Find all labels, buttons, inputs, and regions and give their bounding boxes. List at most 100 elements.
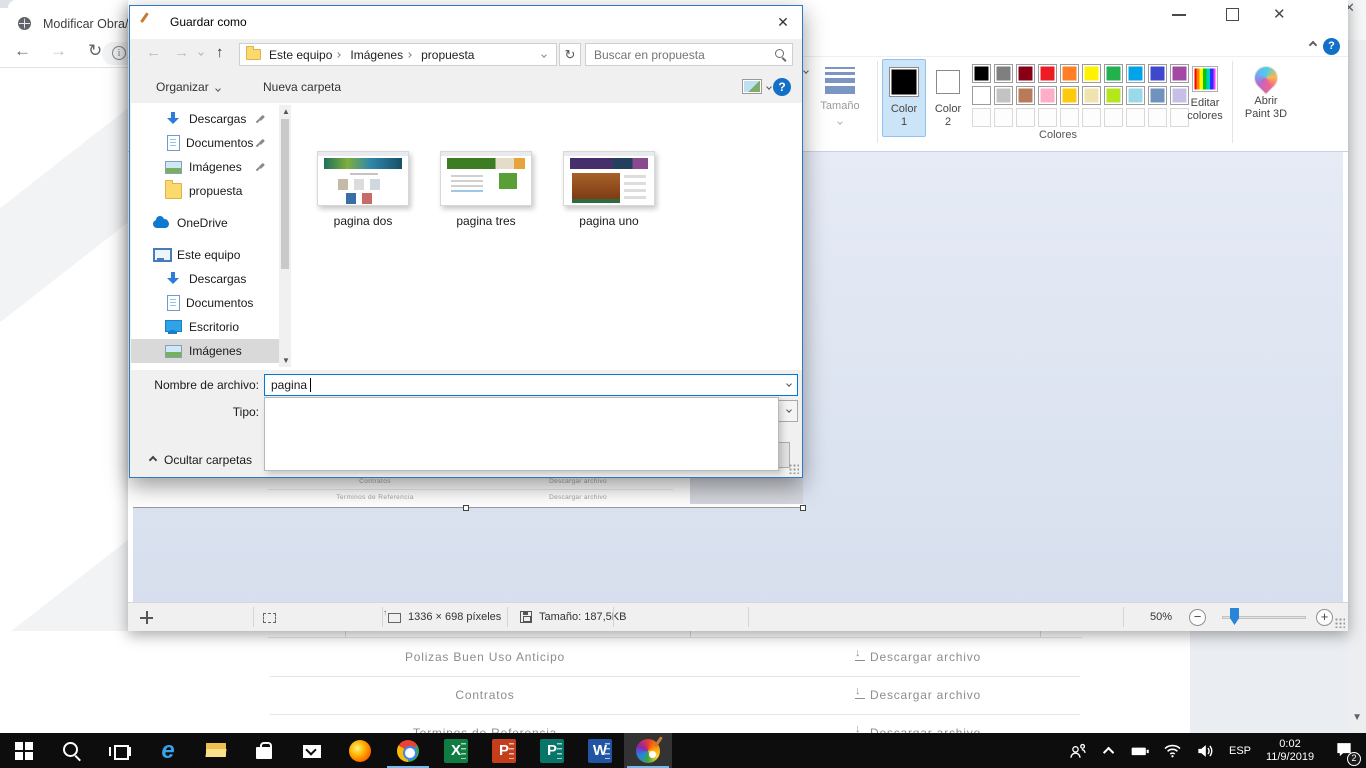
taskbar-button[interactable] [288, 733, 336, 768]
palette-color[interactable] [1060, 108, 1079, 127]
file-item[interactable]: pagina uno [563, 151, 655, 228]
palette-color[interactable] [1016, 86, 1035, 105]
sidebar-item[interactable]: Este equipo [131, 243, 279, 267]
canvas-resize-handle[interactable] [800, 505, 806, 511]
wifi-icon[interactable] [1156, 733, 1188, 768]
search-box[interactable] [585, 43, 793, 66]
sidebar-item[interactable]: Descargas [131, 107, 279, 131]
palette-color[interactable] [994, 86, 1013, 105]
scroll-down-icon[interactable]: ▼ [1352, 712, 1362, 723]
sidebar-scrollbar[interactable]: ▲ ▼ [279, 105, 291, 367]
file-item[interactable]: pagina tres [440, 151, 532, 228]
palette-color[interactable] [994, 64, 1013, 83]
sidebar-item[interactable]: Documentos [131, 291, 279, 315]
palette-color[interactable] [1038, 64, 1057, 83]
palette-color[interactable] [972, 108, 991, 127]
palette-color[interactable] [1082, 64, 1101, 83]
battery-icon[interactable] [1124, 733, 1156, 768]
new-folder-button[interactable]: Nueva carpeta [263, 80, 341, 94]
window-resize-grip[interactable] [1335, 618, 1345, 628]
people-icon[interactable] [1060, 733, 1096, 768]
page-info-icon[interactable]: i [112, 46, 126, 60]
sidebar-item[interactable]: Escritorio [131, 315, 279, 339]
collapse-ribbon-icon[interactable] [1309, 41, 1317, 49]
zoom-slider-thumb[interactable] [1230, 608, 1239, 625]
dialog-help-icon[interactable]: ? [773, 78, 791, 96]
palette-color[interactable] [972, 64, 991, 83]
dialog-close-icon[interactable]: ✕ [774, 14, 792, 31]
breadcrumb-item[interactable]: Este equipo [261, 48, 342, 62]
scrollbar-thumb[interactable] [281, 119, 289, 269]
palette-color[interactable] [1104, 64, 1123, 83]
sidebar-item[interactable]: Descargas [131, 267, 279, 291]
color2-button[interactable]: Color 2 [928, 59, 968, 137]
palette-color[interactable] [1060, 64, 1079, 83]
taskbar-button[interactable] [624, 733, 672, 768]
zoom-in-button[interactable]: + [1316, 609, 1333, 626]
taskbar-button[interactable] [192, 733, 240, 768]
breadcrumb-dropdown-icon[interactable] [541, 52, 547, 58]
taskbar-button[interactable] [384, 733, 432, 768]
taskbar-button[interactable]: X [432, 733, 480, 768]
language-indicator[interactable]: ESP [1222, 733, 1258, 768]
scroll-down-icon[interactable]: ▼ [282, 356, 290, 365]
back-icon[interactable]: ← [146, 44, 161, 61]
size-button[interactable]: Tamaño [805, 59, 875, 147]
search-input[interactable] [586, 44, 792, 65]
palette-color[interactable] [1148, 64, 1167, 83]
palette-color[interactable] [1126, 86, 1145, 105]
palette-color[interactable] [1082, 108, 1101, 127]
minimize-icon[interactable] [1172, 14, 1186, 16]
taskbar-button[interactable]: P [528, 733, 576, 768]
show-hidden-icons-chevron[interactable] [1096, 733, 1124, 768]
hide-folders-button[interactable]: Ocultar carpetas [150, 450, 252, 470]
palette-color[interactable] [1148, 86, 1167, 105]
taskbar-button[interactable] [48, 733, 96, 768]
edit-colors-button[interactable]: Editar colores [1172, 59, 1238, 123]
palette-color[interactable] [1104, 86, 1123, 105]
filename-input[interactable]: pagina [264, 374, 798, 396]
palette-color[interactable] [1038, 108, 1057, 127]
action-center-icon[interactable]: 2 [1322, 733, 1366, 768]
taskbar-button[interactable] [240, 733, 288, 768]
sidebar-item[interactable]: propuesta [131, 179, 279, 203]
reload-icon[interactable]: ↻ [88, 41, 102, 61]
palette-color[interactable] [994, 108, 1013, 127]
recent-locations-icon[interactable] [198, 50, 204, 56]
palette-color[interactable] [1060, 86, 1079, 105]
palette-color[interactable] [1126, 108, 1145, 127]
browser-scrollbar[interactable]: ✕ ▼ [1348, 0, 1366, 733]
palette-color[interactable] [1148, 108, 1167, 127]
clock[interactable]: 0:02 11/9/2019 [1258, 733, 1322, 768]
maximize-icon[interactable] [1226, 8, 1239, 21]
dialog-resize-grip[interactable] [789, 464, 799, 474]
taskbar-button[interactable] [0, 733, 48, 768]
volume-icon[interactable] [1188, 733, 1222, 768]
palette-color[interactable] [1126, 64, 1145, 83]
taskbar-button[interactable] [336, 733, 384, 768]
zoom-out-button[interactable]: − [1189, 609, 1206, 626]
open-paint3d-button[interactable]: Abrir Paint 3D [1236, 59, 1296, 121]
views-dropdown-icon[interactable] [766, 84, 772, 90]
sidebar-item[interactable]: Imágenes [131, 155, 279, 179]
palette-color[interactable] [1104, 108, 1123, 127]
palette-color[interactable] [1038, 86, 1057, 105]
breadcrumb-item[interactable]: propuesta [413, 48, 478, 62]
taskbar-button[interactable]: e [144, 733, 192, 768]
scroll-up-icon[interactable]: ▲ [282, 107, 290, 116]
color1-button[interactable]: Color 1 [882, 59, 926, 137]
help-icon[interactable]: ? [1323, 38, 1340, 55]
sidebar-item[interactable]: OneDrive [131, 211, 279, 235]
file-item[interactable]: pagina dos [317, 151, 409, 228]
breadcrumb-item[interactable]: Imágenes [342, 48, 413, 62]
views-icon[interactable] [742, 79, 762, 94]
canvas-resize-handle[interactable] [463, 505, 469, 511]
download-link[interactable]: Descargar archivo [808, 726, 1028, 733]
dialog-titlebar[interactable]: Guardar como ✕ [130, 6, 802, 39]
taskbar-button[interactable]: P [480, 733, 528, 768]
up-icon[interactable]: ↑ [216, 44, 224, 61]
organize-button[interactable]: Organizar [156, 80, 220, 94]
palette-color[interactable] [1016, 64, 1035, 83]
refresh-button[interactable]: ↻ [559, 43, 581, 66]
back-icon[interactable]: ← [14, 41, 31, 61]
